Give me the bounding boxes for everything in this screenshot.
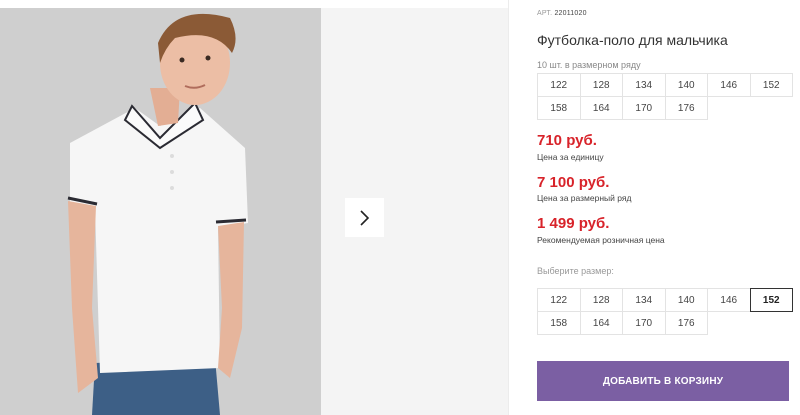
size-range-note: 10 шт. в размерном ряду [537,60,641,70]
range-size-cell: 152 [749,73,793,97]
size-option[interactable]: 158 [537,311,581,335]
size-option[interactable]: 128 [579,288,623,312]
product-photo [0,8,321,415]
range-size-cell: 146 [707,73,751,97]
sku-value: 22011020 [554,10,587,17]
add-to-cart-button[interactable]: ДОБАВИТЬ В КОРЗИНУ [537,361,789,401]
size-option[interactable]: 170 [622,311,666,335]
size-option[interactable]: 122 [537,288,581,312]
size-option[interactable]: 176 [664,311,708,335]
range-size-cell: 140 [664,73,708,97]
retail-price-label: Рекомендуемая розничная цена [537,235,665,245]
range-size-cell: 122 [537,73,581,97]
next-image-button[interactable] [345,198,384,237]
range-size-cell: 164 [579,96,623,120]
unit-price-label: Цена за единицу [537,152,604,162]
product-title: Футболка-поло для мальчика [537,32,728,48]
sku-label: АРТ. [537,10,553,17]
retail-price: 1 499 руб. [537,215,610,232]
size-range-grid: 122 128 134 140 146 152 158 164 170 176 [537,73,793,120]
range-price: 7 100 руб. [537,174,610,191]
size-option[interactable]: 134 [622,288,666,312]
size-picker: 122 128 134 140 146 152 158 164 170 176 [537,288,793,335]
range-size-cell: 134 [622,73,666,97]
size-option[interactable]: 146 [707,288,751,312]
product-gallery [0,0,508,415]
unit-price: 710 руб. [537,132,597,149]
size-option-selected[interactable]: 152 [749,288,793,312]
range-size-cell: 158 [537,96,581,120]
range-price-label: Цена за размерный ряд [537,193,632,203]
size-option[interactable]: 140 [664,288,708,312]
chevron-right-icon [359,209,369,226]
range-size-cell: 176 [664,96,708,120]
size-option[interactable]: 164 [579,311,623,335]
choose-size-label: Выберите размер: [537,266,614,276]
range-size-cell: 170 [622,96,666,120]
sku: АРТ. 22011020 [537,10,587,17]
divider [508,0,509,415]
range-size-cell: 128 [579,73,623,97]
